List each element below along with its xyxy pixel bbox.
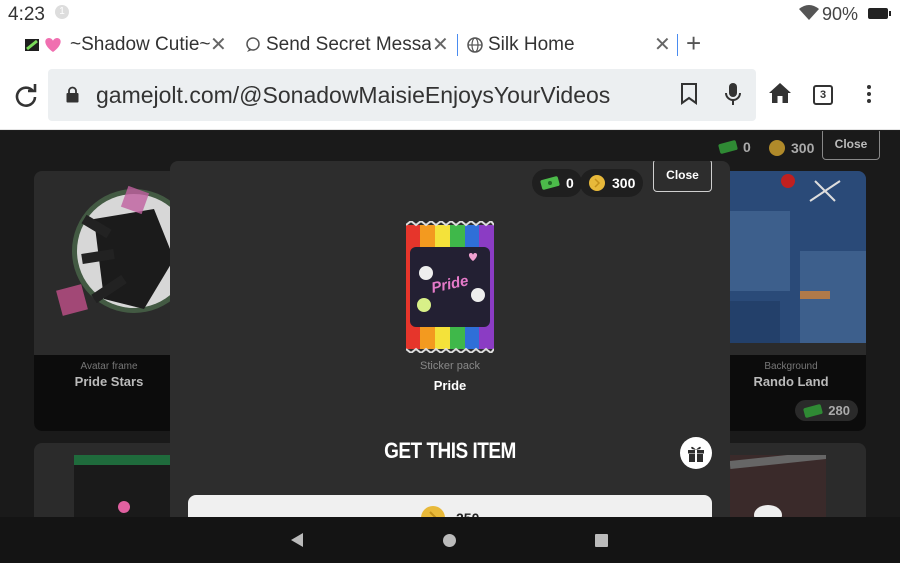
new-tab-button[interactable]: + bbox=[686, 28, 701, 59]
modal-joltbux-balance: 0 bbox=[532, 169, 582, 197]
more-menu-icon[interactable] bbox=[862, 82, 876, 106]
joltbux-balance: 0 bbox=[718, 139, 751, 155]
card-kind: Avatar frame bbox=[80, 361, 138, 372]
home-nav-icon[interactable] bbox=[443, 534, 456, 547]
shop-card-partial[interactable] bbox=[34, 443, 184, 517]
avatar-frame-preview bbox=[56, 185, 184, 316]
battery-percent: 90% bbox=[822, 4, 859, 24]
item-preview bbox=[730, 455, 826, 517]
item-purchase-modal: 0 300 Close Pride Sticker pack Pride GET… bbox=[170, 161, 730, 517]
joltbux-icon bbox=[718, 140, 738, 154]
item-name: Pride bbox=[433, 378, 467, 393]
url-text[interactable]: gamejolt.com/@SonadowMaisieEnjoysYourVid… bbox=[96, 82, 610, 109]
tab-separator bbox=[677, 34, 678, 56]
modal-coin-balance: 300 bbox=[580, 169, 644, 197]
coin-icon bbox=[769, 140, 785, 156]
card-price-amount: 280 bbox=[828, 403, 850, 418]
card-info: Avatar frame Pride Stars bbox=[34, 355, 184, 431]
address-bar[interactable]: gamejolt.com/@SonadowMaisieEnjoysYourVid… bbox=[48, 69, 756, 121]
reload-icon[interactable] bbox=[14, 84, 38, 108]
buy-price: 250 bbox=[420, 505, 479, 517]
home-icon[interactable] bbox=[768, 82, 792, 104]
bookmark-icon[interactable] bbox=[680, 83, 698, 105]
card-price: 280 bbox=[795, 400, 858, 421]
pride-heart-icon bbox=[25, 38, 61, 52]
tab-strip: ~Shadow Cutie~ ✕ Send Secret Messa ✕ Sil… bbox=[0, 28, 900, 62]
buy-button[interactable]: 250 bbox=[188, 495, 712, 517]
joltbux-icon bbox=[540, 176, 560, 190]
wifi-icon bbox=[799, 5, 819, 20]
card-kind: Background bbox=[764, 361, 818, 372]
tab-switcher-button[interactable]: 3 bbox=[813, 85, 833, 105]
tab-send-secret-message[interactable]: Send Secret Messa ✕ bbox=[244, 28, 459, 62]
browser-toolbar: gamejolt.com/@SonadowMaisieEnjoysYourVid… bbox=[0, 62, 900, 130]
back-icon[interactable] bbox=[290, 532, 304, 548]
section-title: GET THIS ITEM bbox=[384, 439, 516, 464]
chat-bubble-icon bbox=[246, 37, 260, 52]
globe-icon bbox=[467, 37, 483, 53]
status-time: 4:23 bbox=[8, 4, 45, 25]
background-preview bbox=[730, 171, 866, 343]
close-tab-icon[interactable]: ✕ bbox=[432, 32, 449, 57]
close-tab-icon[interactable]: ✕ bbox=[654, 32, 671, 57]
card-name: Pride Stars bbox=[74, 374, 144, 389]
sticker-pack-preview bbox=[74, 455, 174, 517]
gift-button[interactable] bbox=[680, 437, 712, 469]
tab-title: Silk Home bbox=[488, 34, 575, 55]
coin-icon bbox=[589, 175, 605, 191]
gift-icon bbox=[688, 446, 704, 462]
joltbux-amount: 0 bbox=[743, 139, 751, 155]
joltbux-icon bbox=[803, 403, 823, 418]
shop-card-partial[interactable] bbox=[716, 443, 866, 517]
sticker-pack-image: Pride bbox=[406, 221, 494, 353]
item-kind: Sticker pack bbox=[420, 360, 480, 372]
joltbux-amount: 0 bbox=[566, 175, 574, 191]
coin-balance: 300 bbox=[768, 139, 814, 157]
battery-icon bbox=[868, 8, 891, 19]
shop-card-background[interactable]: Background Rando Land 280 bbox=[716, 171, 866, 431]
status-bar: 4:23 1 90% bbox=[0, 0, 900, 28]
tab-shadow-cutie[interactable]: ~Shadow Cutie~ ✕ bbox=[0, 28, 232, 62]
tab-title: Send Secret Messa bbox=[266, 34, 431, 55]
coin-icon bbox=[421, 506, 445, 517]
card-name: Rando Land bbox=[753, 374, 829, 389]
close-tab-icon[interactable]: ✕ bbox=[210, 32, 227, 57]
close-button[interactable]: Close bbox=[653, 161, 712, 192]
buy-price-amount: 250 bbox=[456, 510, 479, 517]
shop-card-avatar-frame[interactable]: Avatar frame Pride Stars bbox=[34, 171, 184, 431]
tab-title: ~Shadow Cutie~ bbox=[70, 34, 210, 55]
tab-silk-home[interactable]: Silk Home ✕ bbox=[466, 28, 676, 62]
notification-badge: 1 bbox=[55, 5, 69, 19]
system-navigation-bar bbox=[0, 517, 900, 563]
coin-amount: 300 bbox=[791, 140, 815, 156]
coin-amount: 300 bbox=[612, 175, 636, 191]
recent-apps-icon[interactable] bbox=[595, 534, 608, 547]
microphone-icon[interactable] bbox=[724, 82, 742, 106]
background-close-button[interactable]: Close bbox=[822, 131, 880, 160]
lock-icon bbox=[66, 86, 79, 103]
tab-separator bbox=[457, 34, 458, 56]
